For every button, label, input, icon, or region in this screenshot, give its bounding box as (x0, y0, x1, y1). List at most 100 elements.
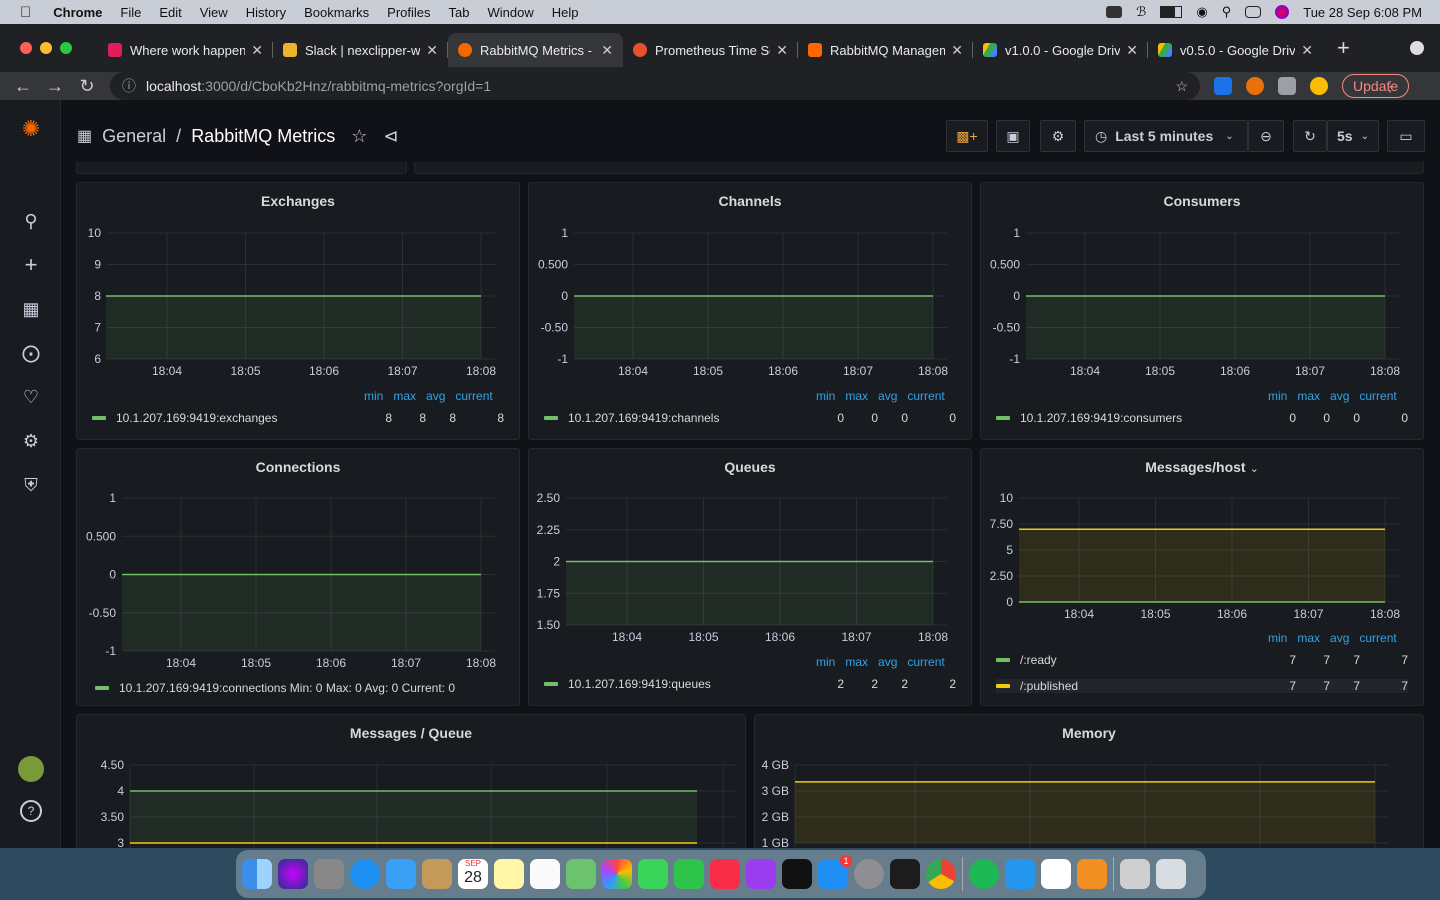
legend-col-current[interactable]: current (907, 389, 944, 403)
app-store-icon[interactable]: 1 (818, 855, 852, 889)
help-icon[interactable]: ? (20, 800, 42, 822)
contacts-icon[interactable] (422, 859, 452, 889)
zoom-out-icon[interactable]: ⊖ (1248, 120, 1284, 152)
menu-file[interactable]: File (120, 5, 141, 20)
tab-search-button[interactable] (1410, 41, 1424, 55)
legend-col-min[interactable]: min (1268, 389, 1287, 403)
browser-tab[interactable]: Prometheus Time Se ✕ (623, 33, 798, 67)
add-panel-button[interactable]: ▩+ (946, 120, 988, 152)
zoom-window-button[interactable] (60, 42, 72, 54)
panel-channels[interactable]: 1 0.500 0 -0.50 -1 18:04 18:05 18:06 18:07 18:08 … (528, 182, 972, 440)
grafana-logo-icon[interactable]: ✺ (20, 118, 42, 140)
notes-icon[interactable] (494, 859, 524, 889)
legend-col-min[interactable]: min (816, 389, 835, 403)
launchpad-icon[interactable] (314, 859, 344, 889)
system-preferences-icon[interactable] (854, 859, 884, 889)
legend-col-current[interactable]: current (1359, 389, 1396, 403)
breadcrumb-folder[interactable]: General (102, 126, 166, 147)
close-tab-icon[interactable]: ✕ (951, 42, 963, 59)
legend-col-max[interactable]: max (1297, 389, 1320, 403)
menu-edit[interactable]: Edit (159, 5, 181, 20)
share-icon[interactable]: ⊲ (383, 126, 398, 147)
apple-tv-icon[interactable] (782, 859, 812, 889)
terminal-icon[interactable] (890, 859, 920, 889)
trash-icon[interactable] (1156, 859, 1186, 889)
panel-title[interactable]: Messages / Queue (77, 725, 745, 741)
legend-col-max[interactable]: max (845, 655, 868, 669)
close-tab-icon[interactable]: ✕ (1301, 42, 1313, 59)
messages-icon[interactable] (638, 859, 668, 889)
browser-tab[interactable]: RabbitMQ Managem ✕ (798, 33, 973, 67)
save-dashboard-icon[interactable]: ▣ (996, 120, 1030, 152)
spotify-icon[interactable] (969, 859, 999, 889)
facetime-icon[interactable] (674, 859, 704, 889)
calendar-icon[interactable]: SEP 28 (458, 859, 488, 889)
downloads-stack-icon[interactable] (1120, 859, 1150, 889)
panel-title[interactable]: Messages/host ⌄ (981, 459, 1423, 475)
menubar-app-name[interactable]: Chrome (53, 5, 102, 20)
browser-tab[interactable]: v0.5.0 - Google Driv ✕ (1148, 33, 1323, 67)
tv-mode-icon[interactable]: ▭ (1387, 120, 1425, 152)
refresh-icon[interactable]: ↻ (1293, 120, 1327, 152)
chrome-icon[interactable] (926, 859, 956, 889)
bluetooth-icon[interactable]: ℬ (1136, 4, 1146, 20)
vscode-icon[interactable] (1041, 859, 1071, 889)
legend-item[interactable]: 10.1.207.169:9419:channels 0 0 0 0 (544, 411, 956, 425)
legend-col-current[interactable]: current (455, 389, 492, 403)
browser-tab[interactable]: Slack | nexclipper-w ✕ (273, 33, 448, 67)
maps-icon[interactable] (566, 859, 596, 889)
legend-col-min[interactable]: min (1268, 631, 1287, 645)
reminders-icon[interactable] (530, 859, 560, 889)
menu-profiles[interactable]: Profiles (387, 5, 430, 20)
panel-title[interactable]: Queues (529, 459, 971, 475)
legend-item[interactable]: 10.1.207.169:9419:exchanges 8 8 8 8 (92, 411, 504, 425)
create-plus-icon[interactable]: + (20, 254, 42, 276)
update-button[interactable]: Update (1342, 74, 1410, 98)
browser-tab-active[interactable]: RabbitMQ Metrics - G ✕ (448, 33, 623, 67)
bookmark-star-icon[interactable]: ☆ (1175, 78, 1188, 95)
legend-col-min[interactable]: min (816, 655, 835, 669)
puzzle-extensions-icon[interactable] (1278, 77, 1296, 95)
wifi-icon[interactable]: ◉ (1196, 4, 1207, 20)
star-icon[interactable]: ☆ (351, 126, 367, 147)
legend-col-avg[interactable]: avg (1330, 389, 1349, 403)
sublime-text-icon[interactable] (1077, 859, 1107, 889)
chrome-menu-icon[interactable]: ⋮ (1383, 78, 1397, 95)
podcasts-icon[interactable] (746, 859, 776, 889)
user-avatar[interactable] (18, 756, 44, 782)
new-tab-button[interactable]: + (1337, 35, 1350, 61)
iq-extension-icon[interactable] (1214, 77, 1232, 95)
browser-tab[interactable]: Where work happens ✕ (98, 33, 273, 67)
minimize-window-button[interactable] (40, 42, 52, 54)
control-center-icon[interactable] (1245, 6, 1262, 18)
docker-icon[interactable] (1005, 859, 1035, 889)
legend-item[interactable]: /:published 7 7 7 7 (996, 679, 1408, 693)
close-tab-icon[interactable]: ✕ (1126, 42, 1138, 59)
legend-col-avg[interactable]: avg (878, 655, 897, 669)
legend-col-current[interactable]: current (1359, 631, 1396, 645)
docker-status-icon[interactable] (1106, 6, 1123, 18)
page-title[interactable]: RabbitMQ Metrics (191, 126, 335, 147)
safari-icon[interactable] (350, 859, 380, 889)
reload-icon[interactable]: ↻ (78, 76, 96, 97)
refresh-interval-picker[interactable]: 5s ⌄ (1327, 120, 1379, 152)
dashboards-icon[interactable]: ▦ (20, 298, 42, 320)
photos-icon[interactable] (602, 859, 632, 889)
mail-icon[interactable] (386, 859, 416, 889)
clock[interactable]: Tue 28 Sep 6:08 PM (1303, 5, 1422, 20)
menu-help[interactable]: Help (552, 5, 579, 20)
close-tab-icon[interactable]: ✕ (426, 42, 438, 59)
panel-title[interactable]: Connections (77, 459, 519, 475)
menu-bookmarks[interactable]: Bookmarks (304, 5, 369, 20)
panel-messages-host[interactable]: 10 7.50 5 2.50 0 18:04 18:05 18:06 18:07 18:08 Me… (980, 448, 1424, 706)
close-tab-icon[interactable]: ✕ (776, 42, 788, 59)
panel-title[interactable]: Memory (755, 725, 1423, 741)
close-window-button[interactable] (20, 42, 32, 54)
back-icon[interactable]: ← (14, 76, 32, 97)
panel-connections[interactable]: 1 0.500 0 -0.50 -1 18:04 18:05 18:06 18:07 18:08 … (76, 448, 520, 706)
legend-item[interactable]: 10.1.207.169:9419:consumers 0 0 0 0 (996, 411, 1408, 425)
panel-title[interactable]: Exchanges (77, 193, 519, 209)
apple-icon[interactable]:  (20, 4, 31, 21)
close-tab-icon[interactable]: ✕ (601, 42, 613, 59)
panel-queues[interactable]: 2.50 2.25 2 1.75 1.50 18:04 18:05 18:06 18:07 18:… (528, 448, 972, 706)
